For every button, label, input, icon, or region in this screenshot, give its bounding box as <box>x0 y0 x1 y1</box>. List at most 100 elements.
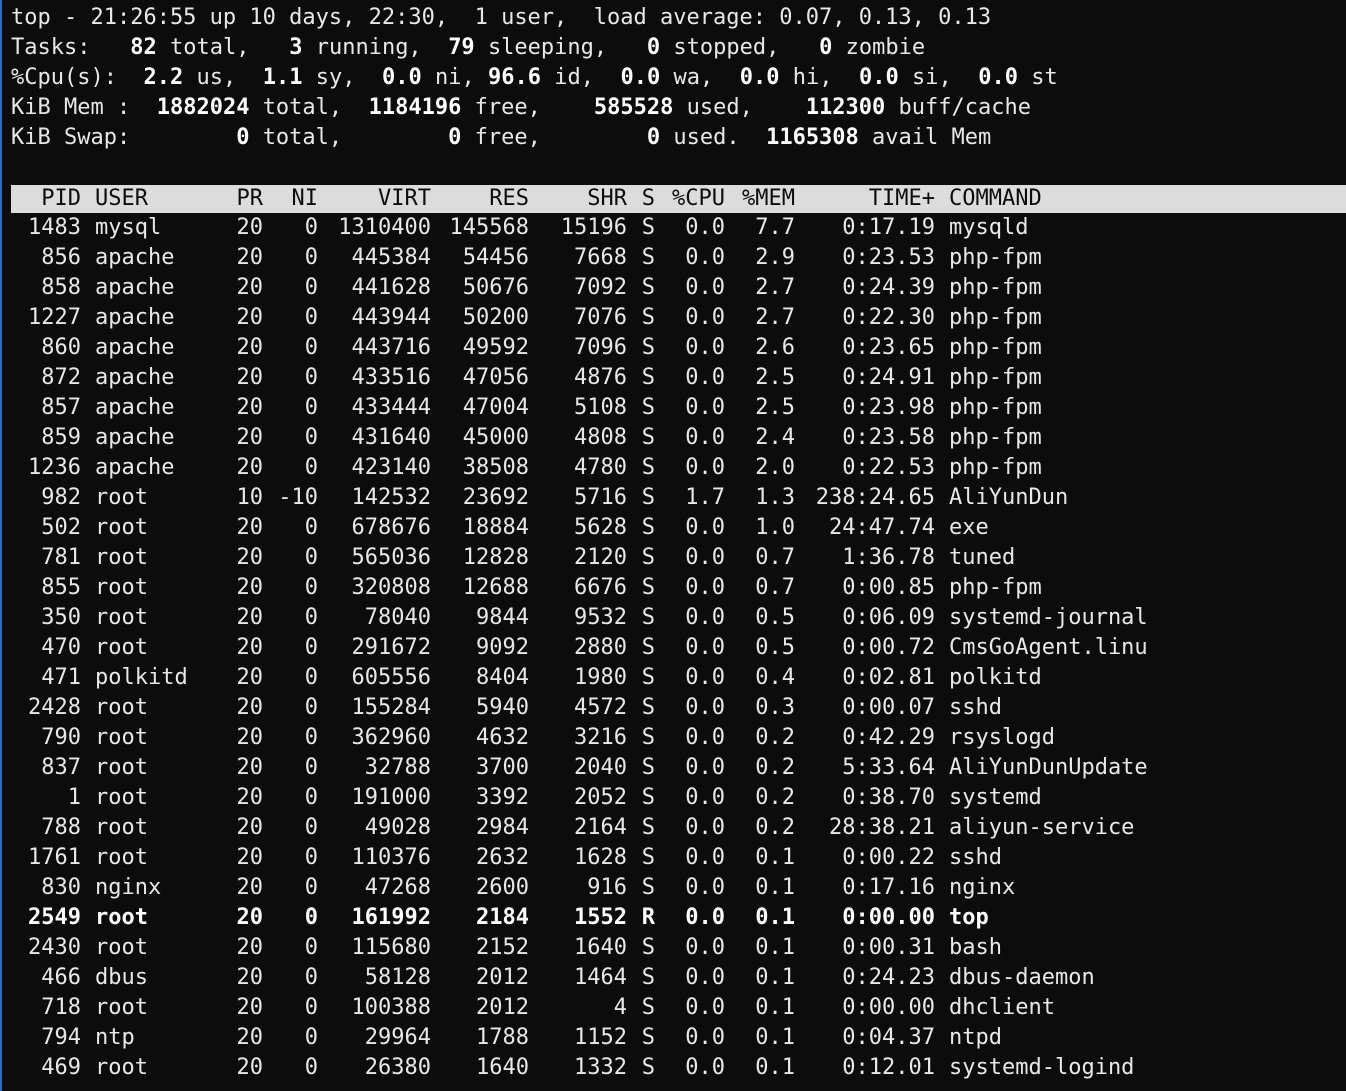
process-command: php-fpm <box>949 335 1042 360</box>
swap-free-label: free, <box>474 125 541 150</box>
process-time: 0:23.98 <box>842 395 935 420</box>
process-command: systemd <box>949 785 1042 810</box>
mem-used: 585528 <box>593 95 674 120</box>
process-time: 0:00.07 <box>842 695 935 720</box>
process-time: 0:24.39 <box>842 275 935 300</box>
process-time: 0:00.22 <box>842 845 935 870</box>
process-row[interactable]: 856 apache 20 0 445384 54456 7668 S 0.0 2.9 0:23.5… <box>11 243 1346 273</box>
process-command: bash <box>949 935 1002 960</box>
tasks-running: 3 <box>289 35 303 60</box>
uptime-line: top - 21:26:55 up 10 days, 22:30, 1 user… <box>11 5 992 30</box>
mem-line: KiB Mem : 1882024 total, 1184196 free, 5… <box>11 93 1346 123</box>
terminal-output[interactable]: top - 21:26:55 up 10 days, 22:30, 1 user… <box>11 3 1346 1083</box>
process-time: 0:17.19 <box>842 215 935 240</box>
process-row[interactable]: 858 apache 20 0 441628 50676 7092 S 0.0 2.7 0:24.3… <box>11 273 1346 303</box>
process-command: exe <box>949 515 989 540</box>
process-time: 0:04.37 <box>842 1025 935 1050</box>
swap-line: KiB Swap: 0 total, 0 free, 0 used. 11653… <box>11 123 1346 153</box>
process-time: 0:23.58 <box>842 425 935 450</box>
process-time: 0:23.53 <box>842 245 935 270</box>
window-left-border <box>0 0 2 1091</box>
process-time: 1:36.78 <box>842 545 935 570</box>
swap-used-label: used. <box>673 125 740 150</box>
process-row[interactable]: 470 root 20 0 291672 9092 2880 S 0.0 0.5 0:00.72 Cm… <box>11 633 1346 663</box>
tasks-total-label: total, <box>169 35 250 60</box>
process-table[interactable]: 1483 mysql 20 0 1310400 145568 15196 S 0.0 7.7 0:1… <box>11 213 1346 1083</box>
cpu-hi-label: hi, <box>792 65 833 90</box>
swap-used: 0 <box>646 125 661 150</box>
swap-label: KiB Swap: <box>11 125 131 150</box>
process-row[interactable]: 350 root 20 0 78040 9844 9532 S 0.0 0.5 0:06.09 sys… <box>11 603 1346 633</box>
process-command: php-fpm <box>949 365 1042 390</box>
process-time: 28:38.21 <box>829 815 935 840</box>
process-row[interactable]: 837 root 20 0 32788 3700 2040 S 0.0 0.2 5:33.64 Ali… <box>11 753 1346 783</box>
cpu-line: %Cpu(s): 2.2 us, 1.1 sy, 0.0 ni, 96.6 id… <box>11 63 1346 93</box>
tasks-running-label: running, <box>315 35 422 60</box>
cpu-us-label: us, <box>196 65 237 90</box>
swap-total: 0 <box>236 125 250 150</box>
process-row[interactable]: 1236 apache 20 0 423140 38508 4780 S 0.0 2.0 0:22.… <box>11 453 1346 483</box>
process-row[interactable]: 788 root 20 0 49028 2984 2164 S 0.0 0.2 28:38.21 al… <box>11 813 1346 843</box>
cpu-si: 0.0 <box>858 65 899 90</box>
mem-free: 1184196 <box>368 95 462 120</box>
process-row[interactable]: 1483 mysql 20 0 1310400 145568 15196 S 0.0 7.7 0:1… <box>11 213 1346 243</box>
tasks-stopped: 0 <box>646 35 661 60</box>
process-row[interactable]: 1227 apache 20 0 443944 50200 7076 S 0.0 2.7 0:22.… <box>11 303 1346 333</box>
mem-total: 1882024 <box>156 95 250 120</box>
tasks-zombie: 0 <box>819 35 833 60</box>
tasks-sleeping: 79 <box>448 35 475 60</box>
cpu-wa-label: wa, <box>673 65 714 90</box>
cpu-si-label: si, <box>911 65 952 90</box>
process-row[interactable]: 2430 root 20 0 115680 2152 1640 S 0.0 0.1 0:00.31 b… <box>11 933 1346 963</box>
cpu-id-label: id, <box>554 65 594 90</box>
process-command: mysqld <box>949 215 1029 240</box>
swap-free: 0 <box>448 125 462 150</box>
tasks-line: Tasks: 82 total, 3 running, 79 sleeping,… <box>11 33 1346 63</box>
mem-total-label: total, <box>262 95 343 120</box>
process-row[interactable]: 718 root 20 0 100388 2012 4 S 0.0 0.1 0:00.00 dhcli… <box>11 993 1346 1023</box>
process-command: tuned <box>949 545 1016 570</box>
process-row[interactable]: 860 apache 20 0 443716 49592 7096 S 0.0 2.6 0:23.6… <box>11 333 1346 363</box>
process-row[interactable]: 469 root 20 0 26380 1640 1332 S 0.0 0.1 0:12.01 sys… <box>11 1053 1346 1083</box>
process-time: 0:23.65 <box>842 335 935 360</box>
process-time: 0:00.00 <box>842 995 935 1020</box>
mem-label: KiB Mem : <box>11 95 131 120</box>
process-row[interactable]: 830 nginx 20 0 47268 2600 916 S 0.0 0.1 0:17.16 ngi… <box>11 873 1346 903</box>
process-command: systemd-logind <box>949 1055 1135 1080</box>
process-time: 0:24.23 <box>842 965 935 990</box>
process-command: systemd-journal <box>949 605 1148 630</box>
process-row[interactable]: 857 apache 20 0 433444 47004 5108 S 0.0 2.5 0:23.9… <box>11 393 1346 423</box>
process-command: php-fpm <box>949 395 1042 420</box>
swap-avail-mem: 1165308 <box>766 125 859 150</box>
process-row[interactable]: 790 root 20 0 362960 4632 3216 S 0.0 0.2 0:42.29 rs… <box>11 723 1346 753</box>
tasks-sleeping-label: sleeping, <box>487 35 608 60</box>
cpu-sy-label: sy, <box>315 65 356 90</box>
mem-used-label: used, <box>686 95 753 120</box>
tasks-total: 82 <box>130 35 157 60</box>
process-row[interactable]: 855 root 20 0 320808 12688 6676 S 0.0 0.7 0:00.85 p… <box>11 573 1346 603</box>
process-row[interactable]: 2428 root 20 0 155284 5940 4572 S 0.0 0.3 0:00.07 s… <box>11 693 1346 723</box>
cpu-ni-label: ni, <box>434 65 475 90</box>
process-row[interactable]: 502 root 20 0 678676 18884 5628 S 0.0 1.0 24:47.74… <box>11 513 1346 543</box>
cpu-id: 96.6 <box>487 65 541 90</box>
process-command: ntpd <box>949 1025 1002 1050</box>
process-row[interactable]: 1761 root 20 0 110376 2632 1628 S 0.0 0.1 0:00.22 s… <box>11 843 1346 873</box>
process-row[interactable]: 794 ntp 20 0 29964 1788 1152 S 0.0 0.1 0:04.37 ntpd <box>11 1023 1346 1053</box>
cpu-ni: 0.0 <box>381 65 422 90</box>
process-row[interactable]: 1 root 20 0 191000 3392 2052 S 0.0 0.2 0:38.70 syst… <box>11 783 1346 813</box>
process-row[interactable]: 2549 root 20 0 161992 2184 1552 R 0.0 0.1 0:00.00 t… <box>11 903 1346 933</box>
tasks-zombie-label: zombie <box>845 35 926 60</box>
process-time: 0:06.09 <box>842 605 935 630</box>
process-row[interactable]: 471 polkitd 20 0 605556 8404 1980 S 0.0 0.4 0:02.8… <box>11 663 1346 693</box>
process-row[interactable]: 982 root 10 -10 142532 23692 5716 S 1.7 1.3 238:24… <box>11 483 1346 513</box>
process-command: AliYunDun <box>949 485 1069 510</box>
process-time: 0:00.00 <box>842 905 935 930</box>
swap-total-label: total, <box>262 125 343 150</box>
cpu-sy: 1.1 <box>262 65 303 90</box>
process-command: CmsGoAgent.linu <box>949 635 1148 660</box>
process-row[interactable]: 859 apache 20 0 431640 45000 4808 S 0.0 2.4 0:23.5… <box>11 423 1346 453</box>
process-row[interactable]: 872 apache 20 0 433516 47056 4876 S 0.0 2.5 0:24.9… <box>11 363 1346 393</box>
process-row[interactable]: 466 dbus 20 0 58128 2012 1464 S 0.0 0.1 0:24.23 dbu… <box>11 963 1346 993</box>
process-time: 0:02.81 <box>842 665 935 690</box>
process-row[interactable]: 781 root 20 0 565036 12828 2120 S 0.0 0.7 1:36.78 t… <box>11 543 1346 573</box>
